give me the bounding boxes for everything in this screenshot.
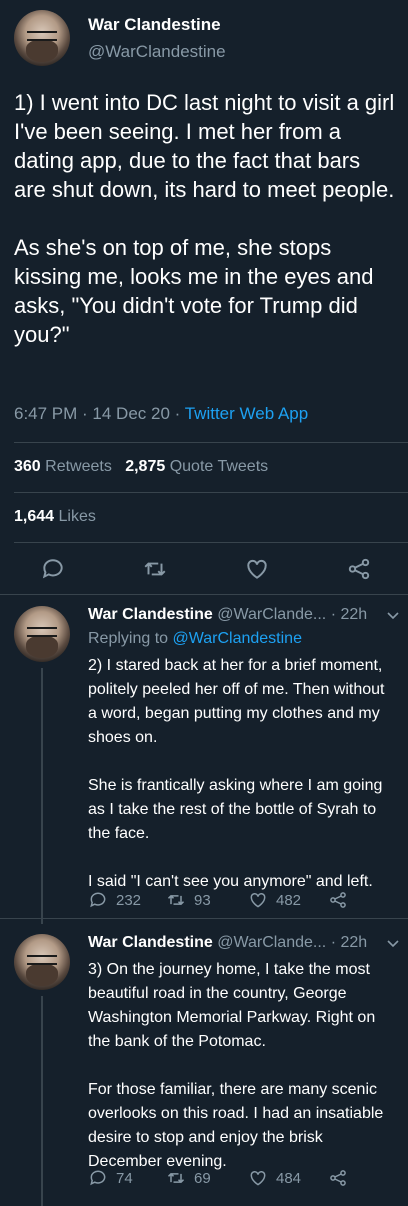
like-icon[interactable]: [244, 556, 270, 582]
reply-actions: 232 93 482: [88, 890, 398, 912]
retweet-button[interactable]: 93: [166, 890, 211, 910]
author-name[interactable]: War Clandestine: [88, 15, 221, 35]
reply-author-name[interactable]: War Clandestine: [88, 934, 213, 951]
like-button[interactable]: 484: [248, 1168, 301, 1188]
author-avatar[interactable]: [14, 10, 70, 66]
reply-avatar[interactable]: [14, 934, 70, 990]
retweet-icon: [166, 890, 186, 910]
like-stats: 1,644 Likes: [14, 508, 96, 526]
tweet-body: 1) I went into DC last night to visit a …: [14, 88, 398, 378]
tweet-time[interactable]: 6:47 PM: [14, 404, 77, 423]
author-handle[interactable]: @WarClandestine: [88, 42, 226, 62]
divider: [14, 492, 408, 493]
reply-icon: [88, 1168, 108, 1188]
tweet-meta: 6:47 PM · 14 Dec 20 · Twitter Web App: [14, 404, 309, 423]
replying-to: Replying to @WarClandestine: [88, 630, 302, 647]
quote-tweets-link[interactable]: 2,875 Quote Tweets: [125, 458, 268, 475]
reply-text: 3) On the journey home, I take the most …: [88, 961, 384, 1170]
like-icon: [248, 890, 268, 910]
like-button[interactable]: 482: [248, 890, 301, 910]
tweet-date[interactable]: 14 Dec 20: [92, 404, 170, 423]
reply-button[interactable]: 232: [88, 890, 141, 910]
chevron-down-icon[interactable]: [386, 936, 400, 950]
reply-icon[interactable]: [40, 556, 66, 582]
reply-header: War Clandestine @WarClande... · 22h: [88, 606, 368, 623]
divider: [14, 442, 408, 443]
reply-text: 2) I stared back at her for a brief mome…: [88, 657, 385, 890]
share-icon[interactable]: [328, 890, 348, 910]
reply-icon: [88, 890, 108, 910]
replying-to-handle[interactable]: @WarClandestine: [173, 630, 302, 647]
chevron-down-icon[interactable]: [386, 608, 400, 622]
reply-author-handle[interactable]: @WarClande...: [217, 934, 326, 951]
retweets-link[interactable]: 360 Retweets: [14, 458, 112, 475]
tweet-paragraph-2: As she's on top of me, she stops kissing…: [14, 235, 374, 347]
retweet-button[interactable]: 69: [166, 1168, 211, 1188]
divider: [14, 542, 408, 543]
retweet-icon[interactable]: [142, 556, 168, 582]
retweet-icon: [166, 1168, 186, 1188]
reply-age: 22h: [340, 934, 368, 951]
reply-author-handle[interactable]: @WarClande...: [217, 606, 326, 623]
reply-age: 22h: [340, 606, 368, 623]
thread-line: [41, 996, 43, 1206]
divider: [0, 918, 408, 919]
like-icon: [248, 1168, 268, 1188]
divider: [0, 594, 408, 595]
share-icon[interactable]: [346, 556, 372, 582]
reply-header: War Clandestine @WarClande... · 22h: [88, 934, 368, 951]
share-icon[interactable]: [328, 1168, 348, 1188]
tweet-paragraph-1: 1) I went into DC last night to visit a …: [14, 90, 395, 202]
reply-actions: 74 69 484: [88, 1168, 398, 1190]
main-tweet-actions: [0, 556, 408, 584]
likes-link[interactable]: 1,644 Likes: [14, 508, 96, 525]
thread-line: [41, 668, 43, 924]
tweet-source[interactable]: Twitter Web App: [185, 404, 308, 423]
reply-avatar[interactable]: [14, 606, 70, 662]
reply-button[interactable]: 74: [88, 1168, 133, 1188]
reply-author-name[interactable]: War Clandestine: [88, 606, 213, 623]
retweet-stats: 360 Retweets 2,875 Quote Tweets: [14, 458, 268, 476]
